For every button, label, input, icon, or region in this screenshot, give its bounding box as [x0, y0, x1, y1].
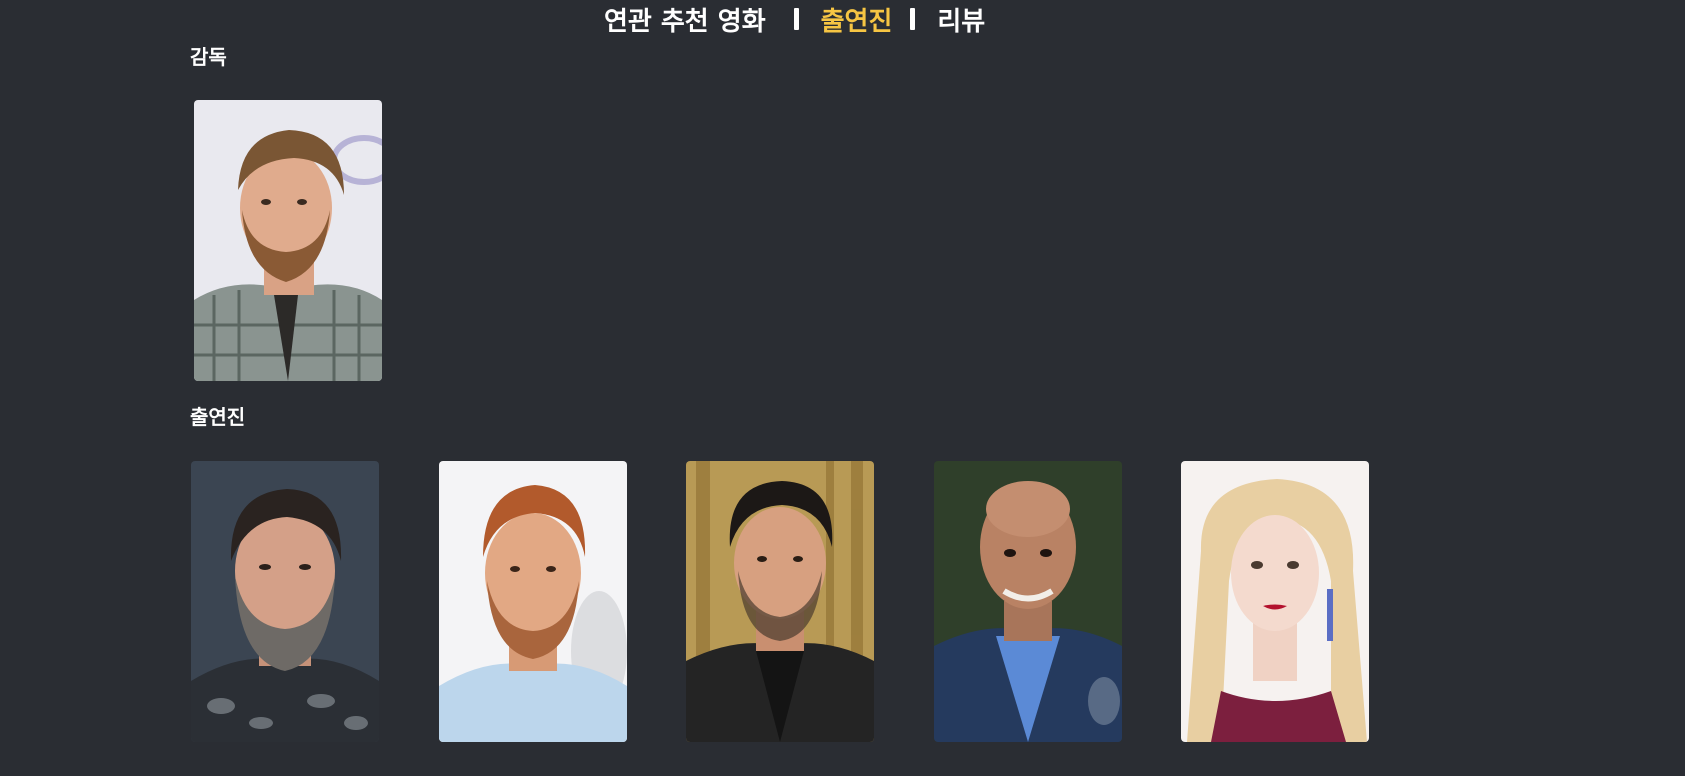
tab-divider: [910, 8, 916, 30]
cast-portrait-image: [686, 461, 874, 742]
tab-related-movies[interactable]: 연관 추천 영화: [604, 1, 766, 38]
tab-divider: [793, 8, 799, 30]
cast-photo[interactable]: [191, 461, 379, 742]
detail-tab-bar: 연관 추천 영화 출연진 리뷰: [604, 0, 985, 38]
director-portrait-image: [194, 100, 382, 381]
movie-detail-page: 연관 추천 영화 출연진 리뷰 감독 출연진: [0, 0, 1685, 776]
cast-photo[interactable]: [686, 461, 874, 742]
tab-reviews[interactable]: 리뷰: [937, 1, 985, 38]
cast-portrait-image: [934, 461, 1122, 742]
cast-photo[interactable]: [439, 461, 627, 742]
tab-cast[interactable]: 출연진: [821, 1, 893, 38]
cast-photo[interactable]: [934, 461, 1122, 742]
director-photo[interactable]: [194, 100, 382, 381]
cast-photo[interactable]: [1181, 461, 1369, 742]
cast-portrait-image: [1181, 461, 1369, 742]
cast-portrait-image: [191, 461, 379, 742]
director-section-title: 감독: [190, 45, 227, 69]
cast-section-title: 출연진: [190, 405, 246, 429]
cast-portrait-image: [439, 461, 627, 742]
